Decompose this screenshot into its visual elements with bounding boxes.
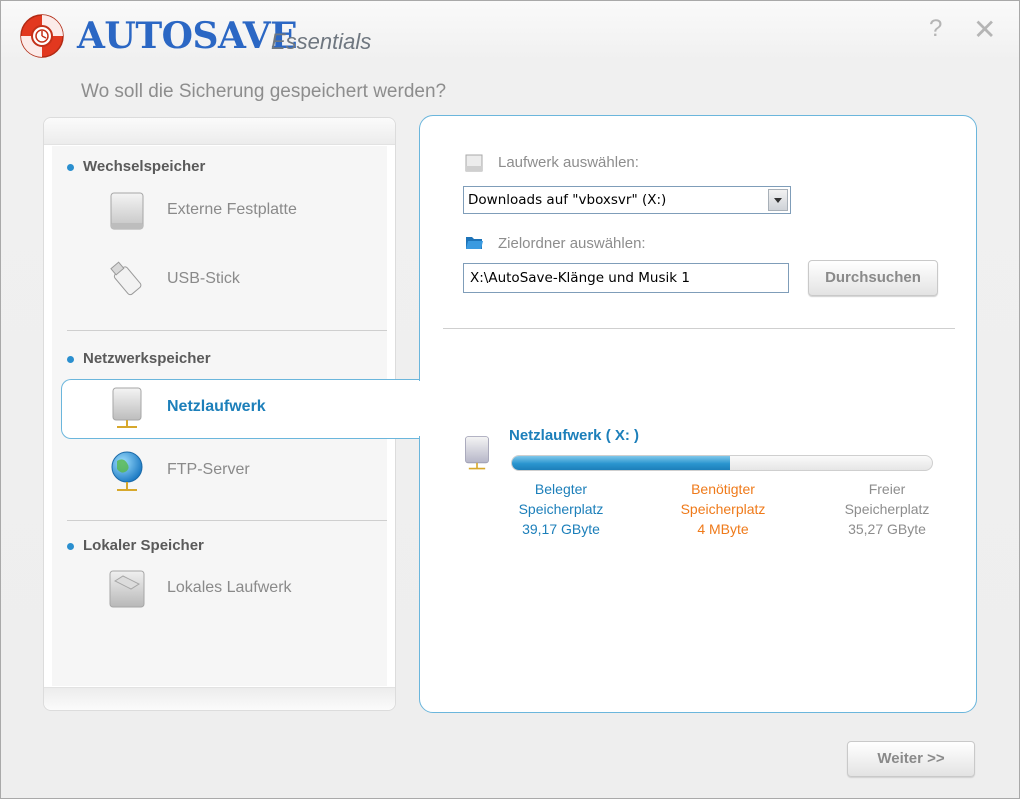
sidebar-item-label: USB-Stick bbox=[167, 270, 240, 287]
close-icon[interactable]: ✕ bbox=[973, 13, 996, 46]
storage-usage-bar bbox=[511, 455, 933, 471]
folder-icon bbox=[466, 237, 483, 249]
needed-space-value: 4 MByte bbox=[697, 521, 749, 537]
drive-title: Netzlaufwerk ( X: ) bbox=[509, 427, 640, 444]
panel-top-bar bbox=[44, 118, 395, 145]
usb-stick-icon bbox=[110, 261, 142, 296]
needed-space-label: Speicherplatz bbox=[680, 501, 766, 517]
next-button[interactable]: Weiter >> bbox=[847, 741, 975, 777]
sidebar-divider bbox=[67, 330, 387, 331]
chevron-down-icon[interactable] bbox=[768, 189, 788, 211]
free-space-label: Freier bbox=[868, 481, 906, 497]
target-folder-input[interactable] bbox=[463, 263, 789, 293]
used-space-stat: Belegter Speicherplatz 39,17 GByte bbox=[491, 479, 631, 539]
sidebar-item-label: Lokales Laufwerk bbox=[167, 579, 292, 596]
folder-label: Zielordner auswählen: bbox=[498, 235, 646, 252]
brand-subtitle: Essentials bbox=[271, 29, 372, 54]
used-space-value: 39,17 GByte bbox=[522, 521, 600, 537]
network-drive-icon bbox=[112, 387, 142, 428]
drive-select[interactable]: Downloads auf "vboxsvr" (X:) bbox=[463, 186, 791, 214]
sidebar-item-label: FTP-Server bbox=[167, 461, 250, 478]
brand-title: AUTOSAVE bbox=[77, 15, 298, 57]
storage-usage-fill bbox=[512, 456, 731, 470]
sidebar-item-label: Netzlaufwerk bbox=[167, 398, 266, 415]
sidebar-item-externe-festplatte[interactable]: Externe Festplatte bbox=[105, 187, 385, 237]
local-drive-icon bbox=[109, 570, 145, 608]
help-icon[interactable]: ? bbox=[929, 15, 942, 43]
free-space-stat: Freier Speicherplatz 35,27 GByte bbox=[817, 479, 957, 539]
sidebar-divider bbox=[67, 520, 387, 521]
free-space-value: 35,27 GByte bbox=[848, 521, 926, 537]
sidebar-item-lokales-laufwerk[interactable]: Lokales Laufwerk bbox=[105, 565, 385, 615]
panel-connector bbox=[417, 381, 423, 436]
used-space-label: Belegter bbox=[534, 481, 588, 497]
sidebar-group-lokaler-speicher: Lokaler Speicher bbox=[67, 537, 204, 554]
drive-select-icon bbox=[465, 154, 483, 172]
lifebuoy-logo-icon bbox=[20, 14, 64, 58]
page-question: Wo soll die Sicherung gespeichert werden… bbox=[81, 81, 447, 102]
sidebar-item-ftp-server[interactable]: FTP-Server bbox=[105, 447, 385, 497]
globe-icon bbox=[111, 451, 143, 491]
panel-bottom-bar bbox=[44, 687, 395, 710]
sidebar-item-usb-stick[interactable]: USB-Stick bbox=[105, 256, 385, 306]
needed-space-stat: Benötigter Speicherplatz 4 MByte bbox=[653, 479, 793, 539]
sidebar-group-netzwerkspeicher: Netzwerkspeicher bbox=[67, 350, 211, 367]
browse-button[interactable]: Durchsuchen bbox=[808, 260, 938, 296]
network-drive-icon bbox=[465, 436, 489, 470]
sidebar-item-label: Externe Festplatte bbox=[167, 201, 297, 218]
drive-select-value: Downloads auf "vboxsvr" (X:) bbox=[468, 192, 667, 208]
panel-divider bbox=[443, 328, 955, 329]
used-space-label: Speicherplatz bbox=[518, 501, 604, 517]
external-hdd-icon bbox=[110, 192, 144, 230]
sidebar-item-netzlaufwerk[interactable]: Netzlaufwerk bbox=[105, 384, 385, 434]
app-window: AUTOSAVE Essentials ? ✕ Wo soll die Sich… bbox=[0, 0, 1020, 799]
sidebar-group-wechselspeicher: Wechselspeicher bbox=[66, 158, 206, 175]
drive-label: Laufwerk auswählen: bbox=[498, 154, 639, 171]
free-space-label: Speicherplatz bbox=[844, 501, 930, 517]
needed-space-label: Benötigter bbox=[691, 481, 755, 497]
